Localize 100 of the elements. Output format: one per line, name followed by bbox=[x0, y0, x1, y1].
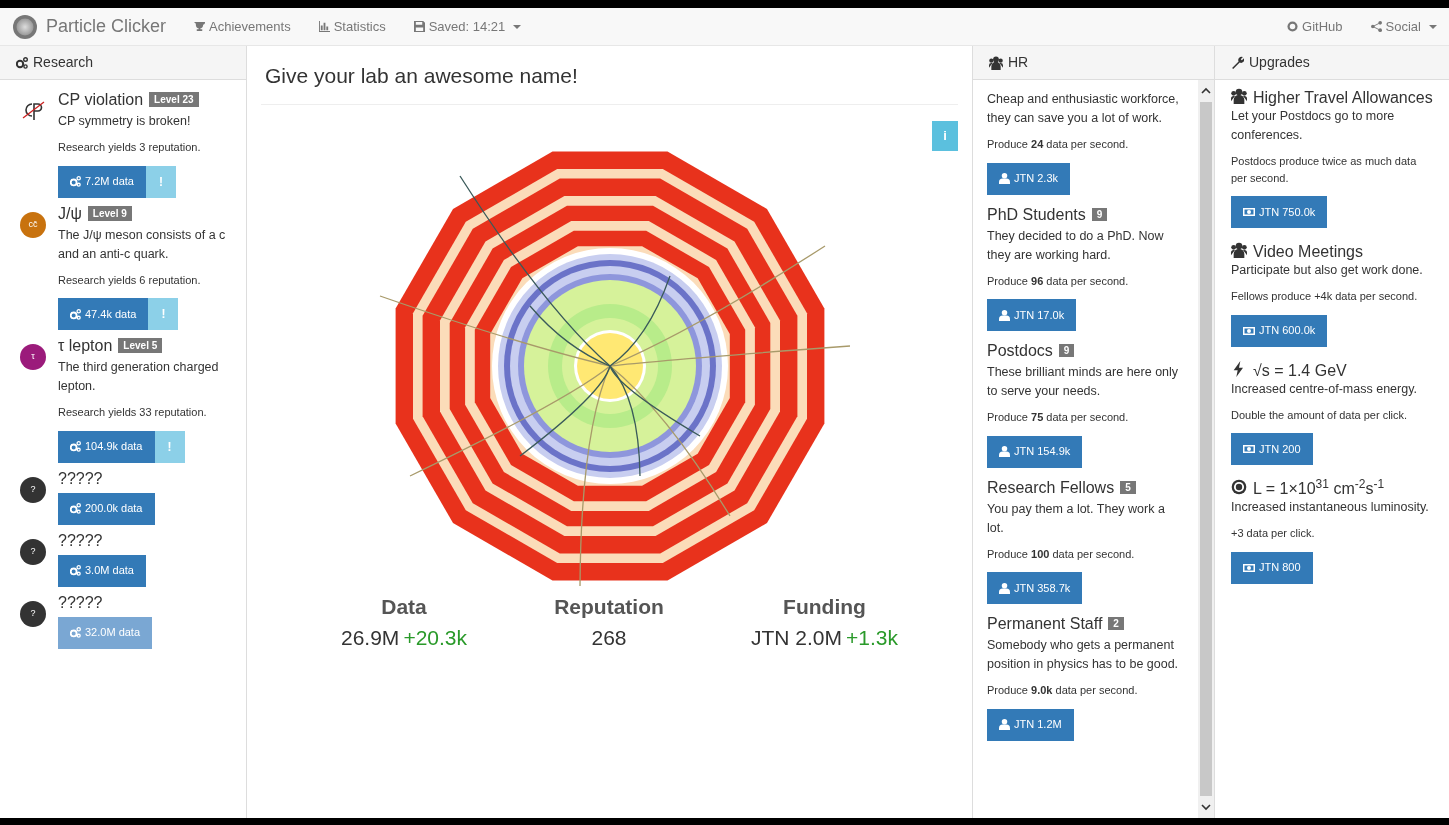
production-rate: Produce 24 data per second. bbox=[987, 137, 1130, 152]
stat-label: Reputation bbox=[554, 593, 664, 620]
nav-link[interactable]: Social bbox=[1370, 16, 1437, 37]
research-name: ????? bbox=[58, 593, 103, 611]
scroll-down-icon[interactable] bbox=[1201, 802, 1211, 812]
upgrade-name: L = 1×10$^{31}$ cm$^{-2}$s$^{-1}$ bbox=[1253, 479, 1385, 498]
buy-upgrade-button[interactable]: JTN 800 bbox=[1231, 551, 1313, 584]
person-icon bbox=[999, 719, 1010, 730]
research-button[interactable]: 200.0k data bbox=[58, 492, 155, 525]
count-badge: 5 bbox=[1120, 480, 1136, 494]
upgrade-description: Increased centre-of-mass energy. bbox=[1231, 380, 1418, 398]
staff-description: They decided to do a PhD. Now they are working hard. bbox=[987, 227, 1165, 264]
gears-icon bbox=[70, 503, 81, 514]
buy-upgrade-button[interactable]: JTN 600.0k bbox=[1231, 314, 1328, 347]
research-button[interactable]: 7.2M data bbox=[58, 165, 146, 198]
person-icon bbox=[999, 446, 1010, 457]
banknote-icon bbox=[1243, 324, 1255, 337]
stat-label: Data bbox=[381, 593, 427, 620]
hire-button[interactable]: JTN 154.9k bbox=[987, 435, 1083, 468]
research-button[interactable]: 47.4k data bbox=[58, 298, 149, 330]
upgrade-description: Participate but also get work done. bbox=[1231, 262, 1424, 279]
banknote-icon bbox=[1243, 206, 1255, 218]
research-name: τ lepton bbox=[58, 337, 113, 354]
stat-value: 268 bbox=[591, 625, 627, 651]
hire-button[interactable]: JTN 17.0k bbox=[987, 299, 1077, 331]
staff-description: Somebody who gets a permanent position in physics has to be good. bbox=[987, 637, 1180, 673]
person-icon bbox=[999, 309, 1010, 321]
person-icon bbox=[999, 582, 1010, 594]
logo-icon bbox=[12, 13, 38, 40]
upgrade-description: Let your Postdocs go to more conferences. bbox=[1231, 108, 1396, 144]
level-badge: Level 23 bbox=[149, 92, 199, 107]
upgrade-effect: Fellows produce +4k data per second. bbox=[1231, 289, 1419, 304]
nav-link[interactable]: Achievements bbox=[194, 16, 291, 37]
stat-value: 26.9M bbox=[341, 625, 400, 651]
research-button[interactable]: 3.0M data bbox=[58, 554, 146, 587]
staff-name: Research Fellows bbox=[987, 478, 1115, 496]
upgrade-name: Higher Travel Allowances bbox=[1253, 88, 1433, 107]
person-icon bbox=[999, 173, 1010, 184]
research-name: J/ψ bbox=[58, 204, 82, 222]
gears-icon bbox=[70, 565, 81, 576]
research-description: The J/ψ meson consists of a c and an anti-c quark. bbox=[58, 226, 227, 263]
stat-rate: +1.3k bbox=[846, 625, 898, 651]
brand-name: Particle Clicker bbox=[46, 15, 167, 38]
staff-name: Postdocs bbox=[987, 342, 1053, 359]
people-icon bbox=[1231, 242, 1247, 258]
count-badge: 9 bbox=[1058, 344, 1075, 357]
research-reward: Research yields 3 reputation. bbox=[58, 140, 202, 155]
production-rate: Produce 96 data per second. bbox=[987, 273, 1130, 289]
upgrade-effect: Double the amount of data per click. bbox=[1231, 407, 1409, 423]
wrench-icon bbox=[1231, 56, 1244, 69]
research-panel-header: Research bbox=[0, 46, 246, 80]
particle-icon: ? bbox=[20, 600, 46, 627]
level-badge: Level 5 bbox=[118, 338, 163, 353]
research-name: ????? bbox=[58, 469, 103, 487]
people-icon bbox=[1231, 88, 1247, 104]
research-name: CP violation bbox=[58, 91, 144, 108]
banknote-icon bbox=[1243, 443, 1255, 455]
staff-name: Permanent Staff bbox=[987, 615, 1103, 632]
upgrade-effect: +3 data per click. bbox=[1231, 526, 1316, 541]
upgrade-name: √s = 1.4 GeV bbox=[1253, 360, 1347, 380]
nav-link[interactable]: Saved: 14:21 bbox=[413, 16, 522, 37]
particle-detector-drawing[interactable] bbox=[378, 151, 851, 587]
research-description: CP symmetry is broken! bbox=[58, 113, 192, 130]
research-reward: Research yields 6 reputation. bbox=[58, 272, 202, 288]
upgrades-panel-header: Upgrades bbox=[1215, 46, 1449, 80]
research-button[interactable]: 104.9k data bbox=[58, 430, 155, 463]
particle-icon: τ bbox=[20, 344, 46, 370]
buy-upgrade-button[interactable]: JTN 200 bbox=[1231, 433, 1313, 465]
particle-icon: cc̄ bbox=[20, 211, 46, 238]
scrollbar[interactable] bbox=[1198, 80, 1214, 818]
hr-panel-header: HR bbox=[973, 46, 1214, 80]
production-rate: Produce 100 data per second. bbox=[987, 546, 1136, 562]
research-description: The third generation charged lepton. bbox=[58, 359, 220, 395]
staff-description: Cheap and enthusiastic workforce, they can save you a lot of work. bbox=[987, 91, 1180, 127]
research-reward: Research yields 33 reputation. bbox=[58, 405, 208, 420]
gears-icon bbox=[16, 56, 28, 69]
staff-name: PhD Students bbox=[987, 205, 1086, 223]
nav-link[interactable]: Statistics bbox=[318, 16, 386, 37]
nav-link[interactable]: GitHub bbox=[1287, 16, 1343, 37]
banknote-icon bbox=[1243, 561, 1255, 574]
production-rate: Produce 9.0k data per second. bbox=[987, 683, 1139, 698]
gears-icon bbox=[70, 627, 81, 638]
lab-name-heading[interactable]: Give your lab an awesome name! bbox=[261, 46, 958, 105]
research-name: ????? bbox=[58, 531, 103, 549]
stat-value: JTN 2.0M bbox=[751, 625, 843, 651]
stat-label: Funding bbox=[783, 593, 866, 620]
upgrade-description: Increased instantaneous luminosity. bbox=[1231, 499, 1430, 516]
level-badge: Level 9 bbox=[87, 205, 132, 221]
share-icon bbox=[1370, 21, 1382, 32]
upgrade-name: Video Meetings bbox=[1253, 242, 1363, 261]
hire-button[interactable]: JTN 2.3k bbox=[987, 162, 1070, 195]
gears-icon bbox=[70, 176, 81, 187]
staff-description: You pay them a lot. They work a lot. bbox=[987, 500, 1166, 537]
hire-button[interactable]: JTN 1.2M bbox=[987, 708, 1074, 741]
buy-upgrade-button[interactable]: JTN 750.0k bbox=[1231, 196, 1328, 228]
gears-icon bbox=[70, 308, 81, 320]
stat-rate: +20.3k bbox=[403, 625, 467, 651]
hire-button[interactable]: JTN 358.7k bbox=[987, 572, 1083, 604]
particle-icon: ? bbox=[20, 538, 46, 565]
scroll-up-icon[interactable] bbox=[1201, 86, 1211, 96]
